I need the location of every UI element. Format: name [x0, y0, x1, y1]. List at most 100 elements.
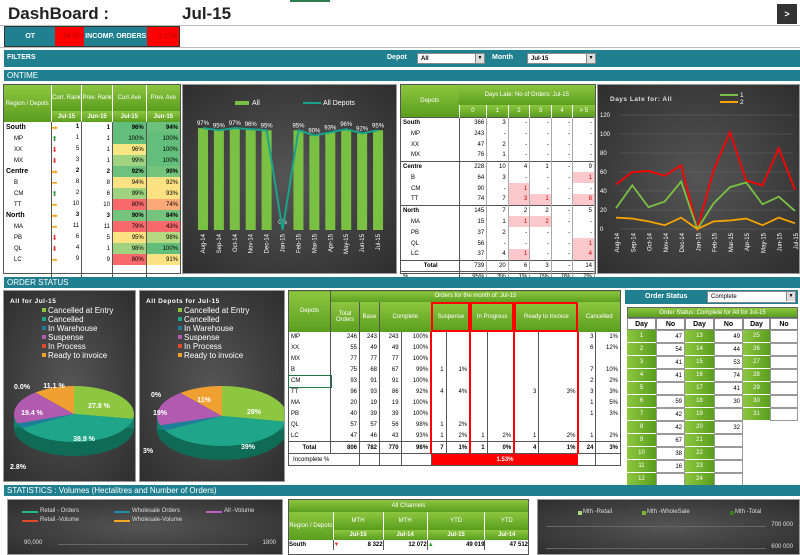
orders-cell: 93 — [330, 375, 360, 387]
legend-swatch — [42, 317, 46, 321]
tab-indicator — [290, 0, 330, 2]
days-late-cell: 64 — [459, 172, 488, 183]
channels-table: All Channels Region / Depots MTH MTH YTD… — [289, 500, 528, 550]
orders-cell — [430, 353, 447, 365]
legend-label: Mth -WholeSale — [647, 509, 690, 515]
chevron-down-icon[interactable]: ▼ — [475, 54, 484, 63]
orders-cell: 24 — [578, 441, 597, 454]
legend-swatch — [42, 326, 46, 330]
depot-select[interactable]: All ▼ — [417, 53, 485, 64]
rank-prev: 1 — [81, 122, 113, 133]
arrow-down-icon: ⬇ — [51, 146, 58, 154]
rank-curr: ⬆ 2 — [51, 188, 83, 199]
month-select[interactable]: Jul-15 ▼ — [527, 53, 596, 64]
orders-cell: 3% — [538, 386, 580, 398]
days-late-cell: 145 — [459, 205, 488, 216]
rank-curr-ave: 100% — [112, 133, 147, 144]
x-tick-label: Apr-15 — [328, 233, 334, 252]
orders-cell: 1% — [595, 331, 621, 343]
orders-cell — [469, 397, 488, 409]
slice-label: 19.4 % — [21, 410, 44, 417]
days-late-cell: 1 — [572, 238, 595, 249]
order-status-value: Complete — [711, 294, 737, 300]
legend-label: Ready to invoice — [184, 351, 244, 360]
orders-cell — [538, 364, 580, 376]
days-late-cell: 2 — [486, 139, 509, 150]
bar — [357, 133, 368, 230]
slice-label: 11.1 % — [43, 383, 65, 390]
days-late-cell: 739 — [459, 260, 488, 271]
x-tick-label: Jun-15 — [778, 232, 784, 251]
rank-curr: ➡ 11 — [51, 221, 83, 232]
orders-cell — [446, 397, 472, 409]
day-count-cell — [770, 343, 798, 356]
arrow-up-icon: ▲ — [427, 542, 434, 548]
day-cell: 9 — [627, 434, 656, 447]
days-late-cell: - — [572, 128, 595, 139]
next-button[interactable]: > — [777, 4, 797, 24]
days-late-depot: South — [401, 117, 460, 128]
days-late-cell: 243 — [459, 128, 488, 139]
orders-cell — [487, 386, 516, 398]
rank-prev: 1 — [81, 155, 113, 166]
slice-label: 38.9 % — [73, 436, 96, 443]
orders-cell — [538, 397, 580, 409]
chevron-down-icon[interactable]: ▼ — [786, 292, 795, 301]
rank-curr-value: 8 — [75, 178, 80, 185]
days-late-cell: - — [529, 139, 552, 150]
orders-cell — [487, 419, 516, 431]
rank-prev: 1 — [81, 133, 113, 144]
days-late-cell: - — [508, 172, 531, 183]
channels-cell: ▲ 49 019 — [426, 540, 485, 550]
orders-cell: 3 — [578, 386, 597, 398]
gridline — [546, 526, 766, 527]
orders-cell — [513, 353, 540, 365]
days-late-cell: 20 — [486, 260, 509, 271]
channels-cell: 47 512 — [484, 540, 528, 550]
orders-cell: MP — [288, 331, 331, 343]
channels-cell: ▼ 8 322 — [332, 540, 384, 550]
orders-cell: 12% — [595, 342, 621, 354]
day-cell: 5 — [627, 382, 656, 395]
orders-cell — [469, 342, 488, 354]
rank-curr-ave: 96% — [112, 122, 147, 133]
x-tick-label: Oct-14 — [648, 232, 654, 251]
order-status-select[interactable]: Complete ▼ — [707, 291, 796, 303]
chevron-down-icon[interactable]: ▼ — [586, 54, 595, 63]
rank-curr-ave: 94% — [112, 177, 147, 188]
days-late-cell: - — [551, 139, 574, 150]
days-late-cell: - — [551, 128, 574, 139]
orders-cell: 57 — [359, 419, 380, 431]
legend-label-2: 2 — [740, 99, 744, 106]
table-row: QL 56- - - -1 — [401, 238, 595, 249]
channels-title: All Channels — [289, 500, 528, 512]
orders-cell: 55 — [330, 342, 360, 354]
days-late-cell: 74 — [459, 194, 488, 205]
legend-label: Retail -Volume — [40, 517, 80, 523]
slice-label: 0% — [151, 392, 162, 399]
days-late-cell: - — [572, 227, 595, 238]
x-tick-label: Dec-14 — [680, 232, 686, 252]
orders-cell: MX — [288, 353, 331, 365]
rank-header-region: Region / Depots — [4, 85, 52, 122]
rank-header-pave: Prev. Ave — [145, 85, 180, 111]
legend-label: Wholesale Orders — [132, 508, 181, 514]
orders-cell: 1% — [446, 441, 472, 454]
orders-cell: 20 — [330, 397, 360, 409]
orders-cell: PB — [288, 408, 331, 420]
days-late-cell: - — [529, 117, 552, 128]
orders-cell: 2 — [578, 375, 597, 387]
days-late-cell: 3 — [486, 117, 509, 128]
orders-cell: 77 — [330, 353, 360, 365]
table-row: PB 40 39 39 100% 1 3% — [288, 408, 621, 420]
rank-region: South — [4, 122, 52, 133]
arrow-down-icon: ⬇ — [51, 157, 58, 165]
days-late-cell: 7 — [486, 194, 509, 205]
orders-cell: 5% — [595, 397, 621, 409]
filters-bar: FILTERS Depot All ▼ Month Jul-15 ▼ — [4, 50, 800, 67]
orders-cell: 3% — [595, 441, 621, 454]
legend-label: Cancelled at Entry — [184, 306, 249, 315]
channels-sub-3: Jul-15 — [427, 530, 486, 540]
empty-cell — [379, 453, 402, 466]
rank-curr-ave: 80% — [112, 199, 147, 210]
